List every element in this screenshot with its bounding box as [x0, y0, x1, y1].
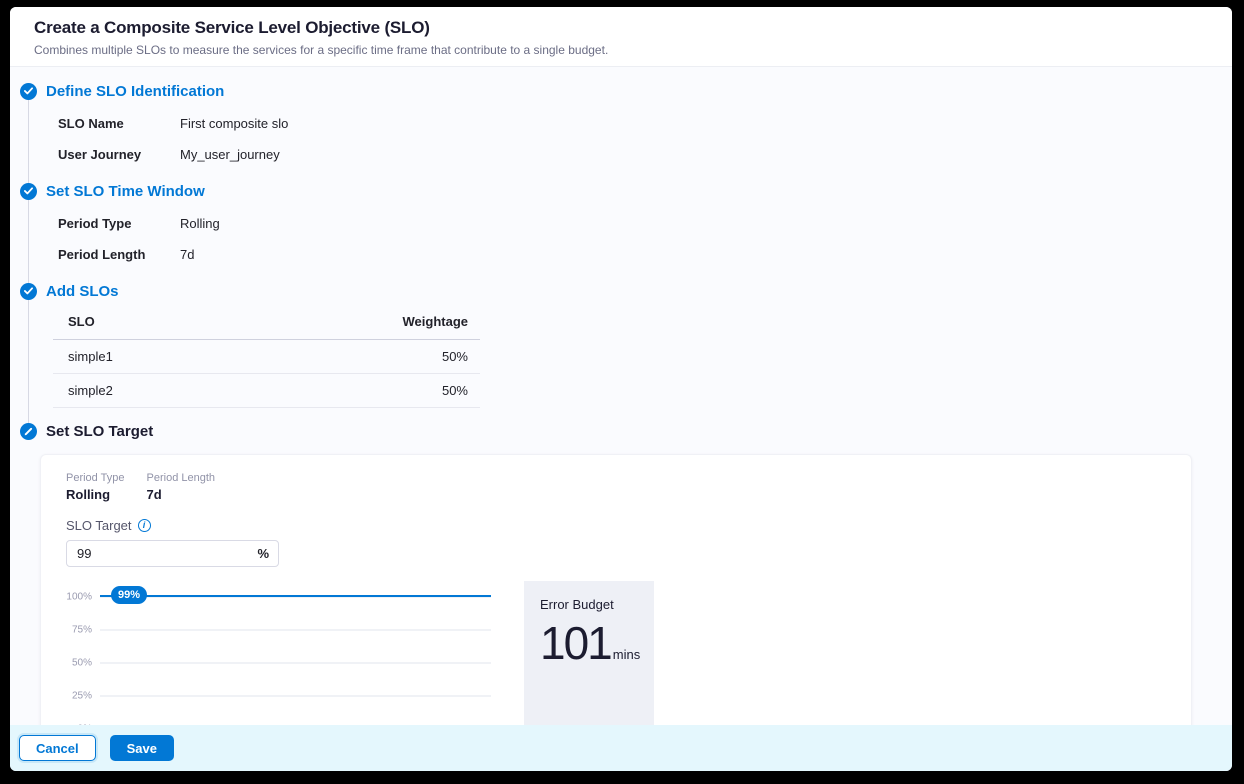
table-row: simple2 50% — [53, 374, 480, 408]
step-title: Set SLO Target — [46, 423, 153, 440]
slider-value-pill[interactable]: 99% — [111, 586, 147, 604]
gridline-0: 0% — [66, 724, 491, 726]
check-icon — [20, 183, 37, 200]
slo-target-chart: 100% 75% 50% 25% — [66, 597, 491, 725]
slo-name-cell: simple2 — [53, 374, 221, 408]
y-tick-label: 0% — [66, 724, 92, 726]
gridline — [100, 630, 491, 631]
y-tick-label: 50% — [66, 658, 92, 669]
field-value: My_user_journey — [180, 147, 280, 162]
table-row: simple1 50% — [53, 340, 480, 374]
pencil-icon — [20, 423, 37, 440]
field-value: First composite slo — [180, 116, 288, 131]
gridline-75: 75% — [66, 625, 491, 636]
slo-name-cell: simple1 — [53, 340, 221, 374]
save-button[interactable]: Save — [110, 735, 174, 761]
y-tick-label: 100% — [66, 592, 92, 603]
footer-action-bar: Cancel Save — [10, 725, 1232, 771]
field-label: SLO Name — [58, 116, 180, 131]
period-length-value: 7d — [147, 487, 216, 502]
period-length-summary: Period Length 7d — [147, 472, 216, 502]
field-value: Rolling — [180, 216, 220, 231]
field-period-length: Period Length 7d — [58, 239, 1212, 270]
step-title: Add SLOs — [46, 283, 119, 300]
info-icon[interactable]: i — [138, 519, 151, 532]
step-add-slos: Add SLOs SLO Weightage simple1 50% simpl… — [20, 280, 1212, 420]
step-title: Define SLO Identification — [46, 83, 224, 100]
field-label: Period Length — [58, 247, 180, 262]
page-subtitle: Combines multiple SLOs to measure the se… — [34, 43, 1208, 57]
slo-target-slider[interactable]: 99% — [100, 595, 491, 597]
app-window: Create a Composite Service Level Objecti… — [10, 7, 1232, 771]
slo-target-input[interactable] — [66, 540, 279, 567]
field-label: Period Type — [58, 216, 180, 231]
percent-suffix: % — [257, 546, 269, 561]
gridline-25: 25% — [66, 691, 491, 702]
period-type-label: Period Type — [66, 472, 125, 484]
slos-table-header-row: SLO Weightage — [53, 308, 480, 340]
field-slo-name: SLO Name First composite slo — [58, 108, 1212, 139]
field-label: User Journey — [58, 147, 180, 162]
step-header-set-slo-target[interactable]: Set SLO Target — [20, 420, 1212, 442]
gridline — [100, 696, 491, 697]
step-set-slo-time-window: Set SLO Time Window Period Type Rolling … — [20, 180, 1212, 280]
step-title: Set SLO Time Window — [46, 183, 205, 200]
slos-table: SLO Weightage simple1 50% simple2 50% — [53, 308, 480, 408]
slo-target-label: SLO Target i — [66, 518, 1167, 533]
weightage-cell: 50% — [221, 374, 480, 408]
page-header: Create a Composite Service Level Objecti… — [10, 7, 1232, 67]
step-header-time-window[interactable]: Set SLO Time Window — [20, 180, 1212, 202]
weightage-cell: 50% — [221, 340, 480, 374]
error-budget-card: Error Budget 101 mins — [524, 581, 654, 725]
slo-target-label-text: SLO Target — [66, 518, 132, 533]
error-budget-label: Error Budget — [540, 597, 642, 612]
y-tick-label: 25% — [66, 691, 92, 702]
error-budget-unit: mins — [613, 647, 640, 666]
step-set-slo-target: Set SLO Target Period Type Rolling Perio… — [20, 420, 1212, 725]
slo-target-input-wrap: % — [66, 540, 279, 567]
error-budget-value: 101 — [540, 620, 611, 666]
field-period-type: Period Type Rolling — [58, 208, 1212, 239]
field-user-journey: User Journey My_user_journey — [58, 139, 1212, 170]
column-header-weightage: Weightage — [221, 308, 480, 340]
period-type-summary: Period Type Rolling — [66, 472, 125, 502]
column-header-slo: SLO — [53, 308, 221, 340]
step-header-identification[interactable]: Define SLO Identification — [20, 80, 1212, 102]
gridline-50: 50% — [66, 658, 491, 669]
y-tick-label: 75% — [66, 625, 92, 636]
period-length-label: Period Length — [147, 472, 216, 484]
step-define-slo-identification: Define SLO Identification SLO Name First… — [20, 80, 1212, 180]
wizard-body: Define SLO Identification SLO Name First… — [10, 67, 1232, 725]
slo-target-card: Period Type Rolling Period Length 7d SLO… — [40, 454, 1192, 725]
step-header-add-slos[interactable]: Add SLOs — [20, 280, 1212, 302]
page-title: Create a Composite Service Level Objecti… — [34, 18, 1208, 38]
check-icon — [20, 83, 37, 100]
check-icon — [20, 283, 37, 300]
cancel-button[interactable]: Cancel — [19, 735, 96, 761]
field-value: 7d — [180, 247, 194, 262]
period-type-value: Rolling — [66, 487, 125, 502]
gridline — [100, 663, 491, 664]
